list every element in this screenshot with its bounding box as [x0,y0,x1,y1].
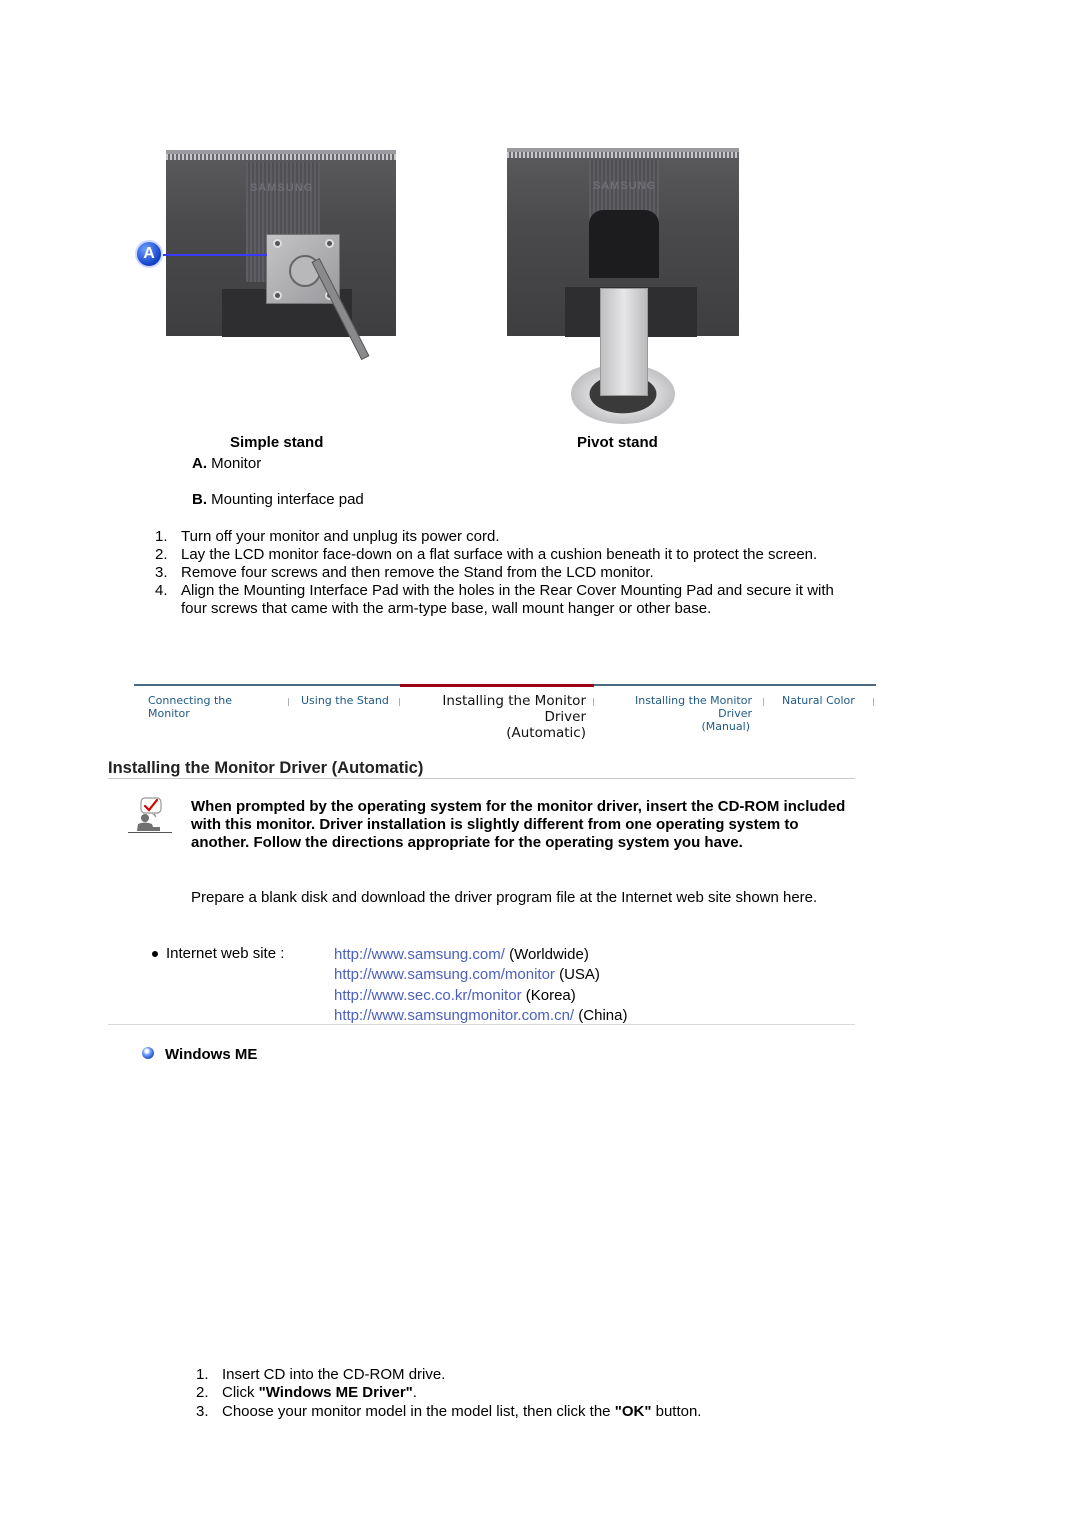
tab-label: Natural Color [782,694,855,707]
simple-stand-figure: SAMSUNG A [135,148,400,370]
pivot-stand-head [589,210,659,278]
tab-label-line1: Installing the Monitor Driver [635,694,752,720]
legend-key: A. [192,455,207,472]
title-divider [108,778,855,779]
nav-bar-right [594,684,876,686]
pivot-stand-column [600,288,648,396]
monitor-brand: SAMSUNG [250,182,314,194]
website-region: (China) [578,1006,628,1024]
tab-natural-color[interactable]: Natural Color [782,694,856,707]
step-text: Remove four screws and then remove the S… [181,564,654,581]
bullet-icon [152,951,158,957]
tab-label-line2: (Automatic) [506,725,586,741]
windows-me-heading: Windows ME [165,1046,258,1063]
legend-item: B. Mounting interface pad [192,491,364,508]
tab-separator [399,698,400,706]
tab-separator [873,698,874,706]
website-row: http://www.samsung.com/ (Worldwide) [334,945,627,965]
caption-simple-stand: Simple stand [230,434,324,451]
step-number: 2. [155,546,168,563]
list-item: 3. Choose your monitor model in the model… [196,1403,701,1421]
removal-steps-list: 1. Turn off your monitor and unplug its p… [155,528,835,618]
tab-driver-automatic[interactable]: Installing the Monitor Driver (Automatic… [410,693,586,741]
legend-label: Mounting interface pad [211,491,364,508]
list-item: 1. Turn off your monitor and unplug its p… [155,528,835,546]
website-region: (Korea) [525,986,576,1004]
tab-separator [763,698,764,706]
step-text: Click [222,1384,259,1402]
step-emphasis: "OK" [614,1402,652,1420]
tab-separator [593,698,594,706]
step-text-end: button. [651,1402,702,1420]
tab-label: Using the Stand [301,694,389,707]
tab-label-line2: (Manual) [701,720,750,733]
step-number: 3. [196,1402,209,1420]
step-number: 2. [196,1384,209,1402]
nav-bar-active [400,684,594,687]
website-link-korea[interactable]: http://www.sec.co.kr/monitor [334,987,522,1004]
step-number: 1. [155,528,168,545]
tab-label-line1: Installing the Monitor Driver [442,693,586,725]
step-number: 3. [155,564,168,581]
windows-me-steps: 1. Insert CD into the CD-ROM drive. 2. Cli… [196,1366,701,1421]
nav-bar-left [134,684,400,686]
step-text: Choose your monitor model in the model l… [222,1402,615,1420]
monitor-brand: SAMSUNG [593,180,657,192]
step-number: 4. [155,582,168,599]
website-row: http://www.sec.co.kr/monitor (Korea) [334,986,627,1006]
page-title: Installing the Monitor Driver (Automatic… [108,759,424,777]
website-region: (USA) [559,966,600,984]
list-item: 3. Remove four screws and then remove the… [155,564,835,582]
website-link-worldwide[interactable]: http://www.samsung.com/ [334,946,505,963]
tab-label: Connecting the Monitor [148,694,233,720]
section-nav: Connecting the Monitor Using the Stand I… [134,684,876,741]
websites-list: http://www.samsung.com/ (Worldwide) http… [334,945,627,1026]
step-text-end: . [412,1384,417,1402]
screw-icon [273,239,282,248]
legend-label: Monitor [211,455,262,472]
monitor-vent [166,154,396,160]
website-row: http://www.samsung.com/monitor (USA) [334,965,627,985]
tab-separator [288,698,289,706]
list-item: 2. Lay the LCD monitor face-down on a fla… [155,546,835,564]
links-divider [108,1024,855,1025]
website-region: (Worldwide) [509,946,589,963]
legend-key: B. [192,491,207,508]
monitor-rear-simple: SAMSUNG [166,150,396,337]
legend-item: A. Monitor [192,455,261,472]
website-link-china[interactable]: http://www.samsungmonitor.com.cn/ [334,1007,574,1024]
list-item: 4. Align the Mounting Interface Pad with … [155,582,835,618]
tab-using-stand[interactable]: Using the Stand [301,694,391,707]
monitor-vent [507,152,739,158]
step-text: Lay the LCD monitor face-down on a flat … [181,546,818,563]
tab-connecting-monitor[interactable]: Connecting the Monitor [148,694,276,720]
step-text: Turn off your monitor and unplug its pow… [181,528,500,545]
blue-orb-bullet-icon [142,1047,154,1059]
marker-a-line [163,254,267,256]
pivot-stand-figure: SAMSUNG [505,148,740,426]
step-emphasis: "Windows ME Driver" [258,1384,413,1402]
step-text: Insert CD into the CD-ROM drive. [222,1366,446,1383]
tab-driver-manual[interactable]: Installing the Monitor Driver (Manual) [604,694,752,733]
marker-a-icon: A [135,240,163,268]
website-link-usa[interactable]: http://www.samsung.com/monitor [334,966,555,983]
step-number: 1. [196,1366,209,1383]
driver-note: Prepare a blank disk and download the dr… [191,889,818,906]
step-text: Align the Mounting Interface Pad with th… [181,582,834,617]
websites-label: Internet web site : [166,945,285,962]
note-checkmark-icon [126,797,174,835]
screw-icon [325,239,334,248]
list-item: 2. Click "Windows ME Driver". [196,1384,701,1402]
list-item: 1. Insert CD into the CD-ROM drive. [196,1366,701,1384]
driver-note-bold: When prompted by the operating system fo… [191,798,846,851]
caption-pivot-stand: Pivot stand [577,434,658,451]
screw-icon [273,291,282,300]
